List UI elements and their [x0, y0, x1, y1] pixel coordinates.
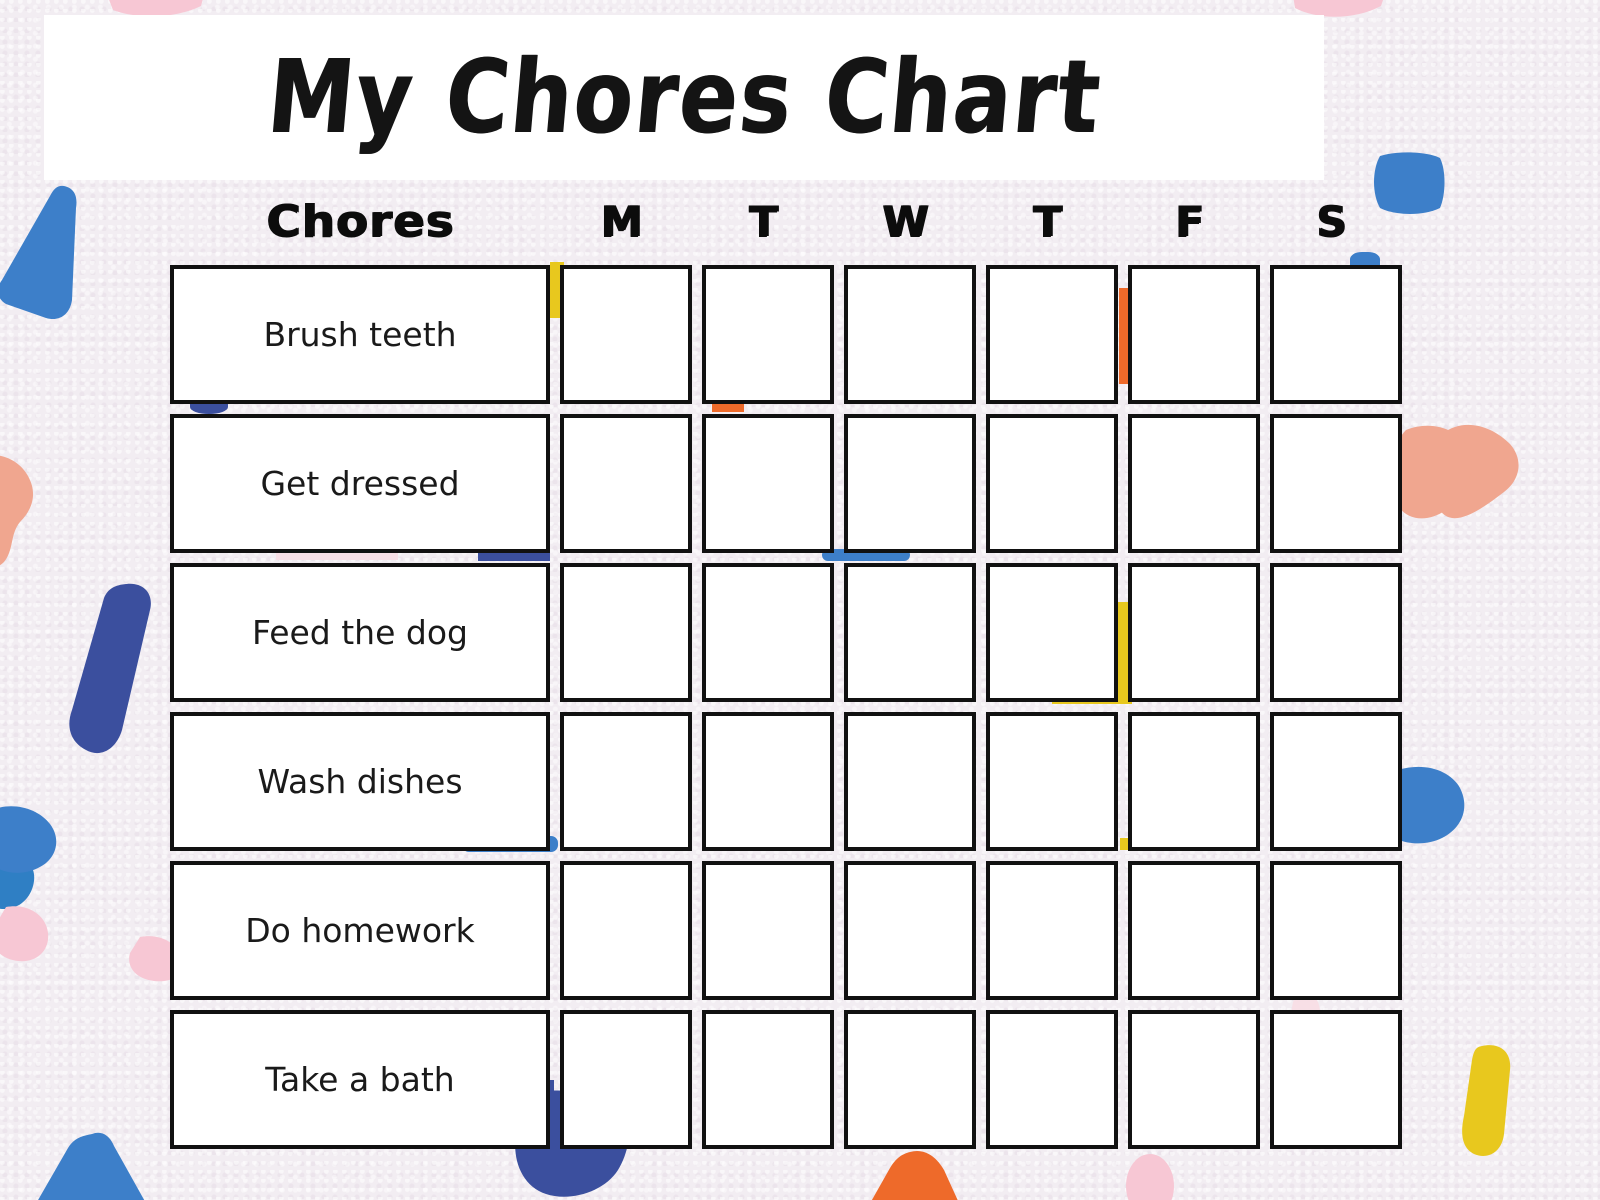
chores-column-header: Chores: [265, 195, 455, 247]
check-cell-brush-teeth-tue[interactable]: [702, 265, 834, 404]
check-cell-wash-dishes-thu[interactable]: [986, 712, 1118, 851]
title-banner: My Chores Chart: [44, 15, 1324, 180]
table-row: Do homework: [170, 861, 1402, 1000]
check-cell-do-homework-tue[interactable]: [702, 861, 834, 1000]
check-cell-do-homework-mon[interactable]: [560, 861, 692, 1000]
day-header-monday: M: [600, 196, 642, 246]
check-cell-take-a-bath-tue[interactable]: [702, 1010, 834, 1149]
check-cell-take-a-bath-thu[interactable]: [986, 1010, 1118, 1149]
table-row: Get dressed: [170, 414, 1402, 553]
check-cell-take-a-bath-fri[interactable]: [1128, 1010, 1260, 1149]
check-cell-wash-dishes-sat[interactable]: [1270, 712, 1402, 851]
chore-name-cell[interactable]: Feed the dog: [170, 563, 550, 702]
check-cell-do-homework-wed[interactable]: [844, 861, 976, 1000]
check-cell-feed-the-dog-thu[interactable]: [986, 563, 1118, 702]
check-cell-do-homework-fri[interactable]: [1128, 861, 1260, 1000]
chore-label: Take a bath: [265, 1060, 455, 1099]
check-cell-feed-the-dog-mon[interactable]: [560, 563, 692, 702]
day-header-wednesday: W: [881, 196, 929, 246]
check-cell-wash-dishes-wed[interactable]: [844, 712, 976, 851]
check-cell-feed-the-dog-wed[interactable]: [844, 563, 976, 702]
chore-label: Feed the dog: [252, 613, 468, 652]
check-cell-get-dressed-sat[interactable]: [1270, 414, 1402, 553]
check-cell-get-dressed-tue[interactable]: [702, 414, 834, 553]
check-cell-get-dressed-wed[interactable]: [844, 414, 976, 553]
check-cell-get-dressed-mon[interactable]: [560, 414, 692, 553]
chore-label: Do homework: [245, 911, 475, 950]
day-header-saturday: S: [1315, 196, 1347, 246]
table-header-row: Chores M T W T F S: [170, 192, 1402, 250]
day-header-thursday: T: [1032, 196, 1062, 246]
chore-name-cell[interactable]: Take a bath: [170, 1010, 550, 1149]
check-cell-get-dressed-thu[interactable]: [986, 414, 1118, 553]
check-cell-do-homework-thu[interactable]: [986, 861, 1118, 1000]
table-row: Brush teeth: [170, 265, 1402, 404]
day-header-friday: F: [1174, 196, 1204, 246]
table-row: Wash dishes: [170, 712, 1402, 851]
check-cell-feed-the-dog-fri[interactable]: [1128, 563, 1260, 702]
check-cell-take-a-bath-mon[interactable]: [560, 1010, 692, 1149]
check-cell-take-a-bath-wed[interactable]: [844, 1010, 976, 1149]
check-cell-get-dressed-fri[interactable]: [1128, 414, 1260, 553]
chore-label: Wash dishes: [257, 762, 463, 801]
check-cell-brush-teeth-wed[interactable]: [844, 265, 976, 404]
chores-grid: Brush teeth Get dressed Feed the dog Was…: [170, 265, 1402, 1149]
page-title: My Chores Chart: [262, 38, 1106, 157]
check-cell-do-homework-sat[interactable]: [1270, 861, 1402, 1000]
table-row: Feed the dog: [170, 563, 1402, 702]
chore-label: Get dressed: [260, 464, 460, 503]
chore-name-cell[interactable]: Brush teeth: [170, 265, 550, 404]
check-cell-brush-teeth-sat[interactable]: [1270, 265, 1402, 404]
chore-name-cell[interactable]: Wash dishes: [170, 712, 550, 851]
check-cell-brush-teeth-thu[interactable]: [986, 265, 1118, 404]
check-cell-feed-the-dog-tue[interactable]: [702, 563, 834, 702]
day-header-tuesday: T: [748, 196, 778, 246]
check-cell-wash-dishes-tue[interactable]: [702, 712, 834, 851]
chore-name-cell[interactable]: Get dressed: [170, 414, 550, 553]
check-cell-brush-teeth-fri[interactable]: [1128, 265, 1260, 404]
check-cell-feed-the-dog-sat[interactable]: [1270, 563, 1402, 702]
check-cell-wash-dishes-mon[interactable]: [560, 712, 692, 851]
chore-label: Brush teeth: [263, 315, 457, 354]
table-row: Take a bath: [170, 1010, 1402, 1149]
check-cell-wash-dishes-fri[interactable]: [1128, 712, 1260, 851]
chore-name-cell[interactable]: Do homework: [170, 861, 550, 1000]
check-cell-brush-teeth-mon[interactable]: [560, 265, 692, 404]
check-cell-take-a-bath-sat[interactable]: [1270, 1010, 1402, 1149]
